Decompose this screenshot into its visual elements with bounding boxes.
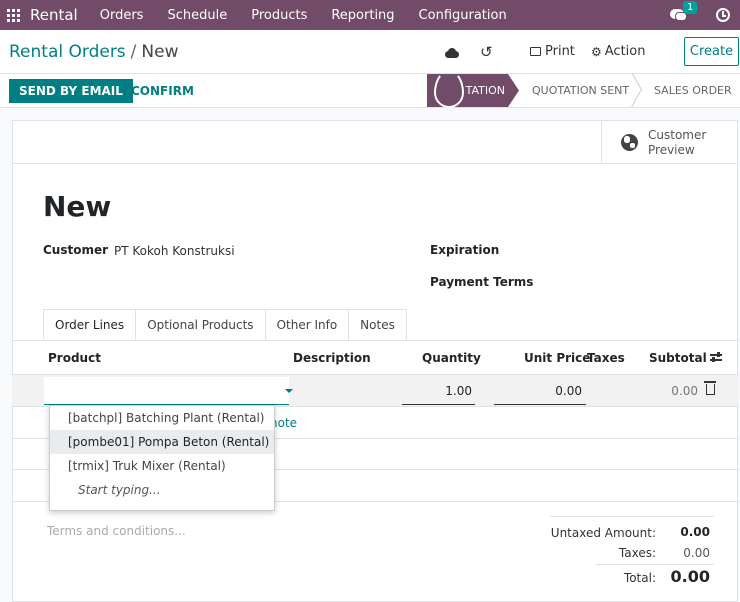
- product-autocomplete-dropdown: [batchpl] Batching Plant (Rental) [pombe…: [49, 405, 275, 511]
- terms-conditions-field[interactable]: Terms and conditions...: [47, 524, 186, 538]
- tab-order-lines[interactable]: Order Lines: [43, 309, 137, 340]
- untaxed-amount-label: Untaxed Amount:: [550, 526, 656, 540]
- dropdown-option-batching-plant[interactable]: [batchpl] Batching Plant (Rental): [50, 406, 274, 430]
- col-description[interactable]: Description: [293, 351, 371, 365]
- total-label: Total:: [623, 571, 656, 585]
- create-button[interactable]: Create: [684, 37, 739, 66]
- untaxed-amount-value: 0.00: [680, 525, 710, 539]
- stage-quotation-sent-label: QUOTATION SENT: [532, 84, 630, 97]
- payment-terms-label: Payment Terms: [430, 275, 534, 289]
- customer-preview-label: Customer Preview: [648, 127, 707, 157]
- taxes-label: Taxes:: [618, 546, 656, 560]
- order-line-edit-row: 1.00 0.00 0.00: [12, 375, 739, 407]
- dropdown-option-pompa-beton[interactable]: [pombe01] Pompa Beton (Rental): [50, 430, 274, 454]
- app-brand[interactable]: Rental: [30, 6, 78, 24]
- send-by-email-button[interactable]: SEND BY EMAIL: [9, 79, 133, 103]
- stage-separator: [632, 74, 644, 107]
- breadcrumb: Rental Orders / New: [9, 42, 179, 62]
- col-product[interactable]: Product: [48, 351, 101, 365]
- subtotal-cell: 0.00: [671, 384, 698, 398]
- nav-schedule[interactable]: Schedule: [167, 8, 227, 23]
- breadcrumb-current: New: [141, 42, 179, 62]
- print-icon: [530, 47, 541, 56]
- tab-other-info[interactable]: Other Info: [264, 309, 350, 340]
- totals-divider: [550, 516, 714, 517]
- col-quantity[interactable]: Quantity: [422, 351, 481, 365]
- trash-icon[interactable]: [704, 381, 716, 395]
- click-ripple-indicator: [434, 70, 464, 108]
- col-taxes[interactable]: Taxes: [587, 351, 625, 365]
- col-subtotal[interactable]: Subtotal: [649, 351, 707, 365]
- total-separator: [596, 564, 714, 565]
- dropdown-option-truk-mixer[interactable]: [trmix] Truk Mixer (Rental): [50, 454, 274, 478]
- quantity-input[interactable]: 1.00: [402, 377, 475, 405]
- chat-badge: 1: [683, 1, 698, 14]
- globe-icon: [621, 134, 638, 151]
- customer-label: Customer: [43, 243, 109, 257]
- action-button[interactable]: ⚙ Action: [591, 44, 645, 59]
- expiration-label: Expiration: [430, 243, 500, 257]
- top-navbar: Rental Orders Schedule Products Reportin…: [0, 0, 740, 30]
- chat-icon[interactable]: 1: [670, 1, 698, 23]
- dropdown-caret-icon[interactable]: [285, 389, 293, 393]
- tab-optional-products[interactable]: Optional Products: [135, 309, 266, 340]
- optional-columns-icon[interactable]: [710, 352, 722, 362]
- print-button[interactable]: Print: [530, 44, 575, 59]
- button-box: Customer Preview: [13, 121, 737, 164]
- print-label: Print: [545, 44, 575, 59]
- nav-reporting[interactable]: Reporting: [331, 8, 394, 23]
- col-unit-price[interactable]: Unit Price: [524, 351, 590, 365]
- customer-field[interactable]: PT Kokoh Konstruksi: [114, 244, 235, 258]
- taxes-value: 0.00: [683, 546, 710, 560]
- order-lines-header: Product Description Quantity Unit Price …: [12, 341, 739, 375]
- apps-menu-icon[interactable]: [0, 0, 26, 30]
- nav-configuration[interactable]: Configuration: [419, 8, 507, 23]
- breadcrumb-rental-orders[interactable]: Rental Orders: [9, 42, 126, 62]
- status-bar: SEND BY EMAIL CONFIRM TATION QUOTATION S…: [0, 70, 740, 108]
- stage-quotation-sent[interactable]: QUOTATION SENT: [532, 74, 629, 107]
- unit-price-input[interactable]: 0.00: [494, 377, 586, 405]
- total-value: 0.00: [670, 567, 710, 586]
- save-cloud-icon[interactable]: [445, 48, 459, 58]
- stage-sales-order[interactable]: SALES ORDER: [654, 74, 732, 107]
- stage-sales-order-label: SALES ORDER: [654, 84, 732, 97]
- gear-icon: ⚙: [591, 44, 602, 59]
- breadcrumb-separator: /: [130, 42, 137, 62]
- control-panel: Rental Orders / New ↺ Print ⚙ Action Creat…: [0, 30, 740, 74]
- notebook-tabs: Order Lines Optional Products Other Info…: [43, 309, 407, 340]
- activity-clock-icon[interactable]: [716, 8, 730, 22]
- tab-notes[interactable]: Notes: [348, 309, 407, 340]
- nav-orders[interactable]: Orders: [100, 8, 144, 23]
- customer-preview-button[interactable]: Customer Preview: [601, 121, 737, 164]
- nav-products[interactable]: Products: [251, 8, 307, 23]
- action-label: Action: [604, 44, 646, 59]
- stage-quotation-label: TATION: [465, 84, 505, 97]
- product-input[interactable]: [44, 377, 289, 405]
- record-title: New: [43, 190, 112, 223]
- dropdown-hint: Start typing...: [78, 483, 161, 497]
- discard-undo-icon[interactable]: ↺: [480, 43, 493, 61]
- confirm-button[interactable]: CONFIRM: [131, 79, 194, 103]
